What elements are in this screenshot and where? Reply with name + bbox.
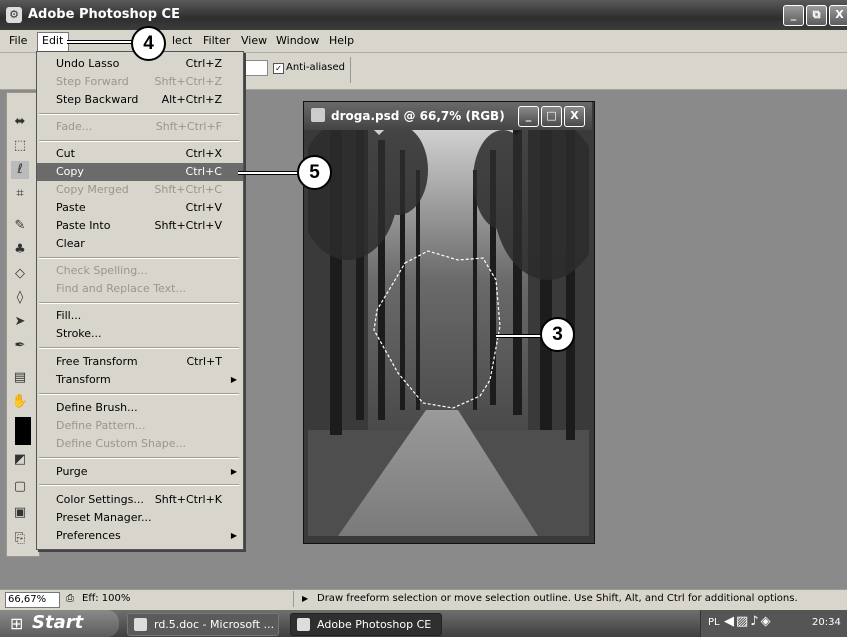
move-tool-icon[interactable]: ⬌ <box>11 113 29 131</box>
default-colors-icon[interactable]: ◩ <box>11 451 29 469</box>
window-title: Adobe Photoshop CE <box>28 7 180 22</box>
menu-edit[interactable]: Edit <box>42 34 63 47</box>
zoom-field[interactable]: 66,67% <box>5 592 60 608</box>
brush-tool-icon[interactable]: ✎ <box>11 217 29 235</box>
doc-info: Eff: 100% <box>82 593 131 604</box>
menu-item-fade: Fade... Shft+Ctrl+F <box>56 120 222 133</box>
document-title: droga.psd @ 66,7% (RGB) <box>331 109 505 123</box>
screen-mode-icon[interactable]: ▣ <box>11 504 29 522</box>
callout-3: 3 <box>540 317 575 352</box>
doc-info-icon[interactable]: ⎙ <box>66 593 74 604</box>
menu-item-step-forward: Step Forward Shft+Ctrl+Z <box>56 75 222 88</box>
notes-tool-icon[interactable]: ▤ <box>11 369 29 387</box>
menu-item-step-backward[interactable]: Step Backward Alt+Ctrl+Z <box>37 91 243 109</box>
menu-item-clear[interactable]: Clear <box>37 235 243 253</box>
doc-close-button[interactable]: X <box>564 106 585 127</box>
menu-item-fill[interactable]: Fill... <box>37 307 243 325</box>
lasso-tool-icon[interactable]: ℓ <box>11 161 29 179</box>
menu-item-copy-merged: Copy Merged Shft+Ctrl+C <box>56 183 222 196</box>
status-message: Draw freeform selection or move selectio… <box>317 593 798 604</box>
menu-item-define-custom-shape: Define Custom Shape... <box>56 437 186 450</box>
menu-item-paste-into[interactable]: Paste Into Shft+Ctrl+V <box>37 217 243 235</box>
menu-view[interactable]: View <box>241 34 267 47</box>
status-separator <box>293 591 294 607</box>
eraser-tool-icon[interactable]: ◇ <box>11 265 29 283</box>
menu-item-define-brush[interactable]: Define Brush... <box>37 399 243 417</box>
status-arrow-icon[interactable]: ▶ <box>302 594 308 603</box>
menu-select[interactable]: lect <box>172 34 192 47</box>
menu-item-transform[interactable]: Transform ▶ <box>37 371 243 389</box>
menu-item-purge[interactable]: Purge ▶ <box>37 463 243 481</box>
callout-5: 5 <box>297 155 332 190</box>
foreground-color-swatch[interactable] <box>15 417 31 445</box>
restore-button[interactable]: ⧉ <box>806 5 827 26</box>
document-icon <box>311 108 325 122</box>
menu-item-free-transform[interactable]: Free Transform Ctrl+T <box>37 353 243 371</box>
menu-item-stroke[interactable]: Stroke... <box>37 325 243 343</box>
jump-to-imageready-icon[interactable]: ⎘ <box>11 530 29 548</box>
marquee-tool-icon[interactable]: ⬚ <box>11 137 29 155</box>
submenu-arrow-icon: ▶ <box>230 531 237 540</box>
edit-menu-dropdown: Undo Lasso Ctrl+Z Step Forward Shft+Ctrl+Z… <box>36 51 244 550</box>
doc-maximize-button[interactable]: □ <box>541 106 562 127</box>
menu-item-find-replace: Find and Replace Text... <box>56 282 186 295</box>
stamp-tool-icon[interactable]: ♣ <box>11 241 29 259</box>
submenu-arrow-icon: ▶ <box>230 467 237 476</box>
menu-item-check-spelling: Check Spelling... <box>56 264 148 277</box>
taskbar-item-photoshop[interactable]: Adobe Photoshop CE <box>290 613 442 636</box>
word-doc-icon <box>134 618 147 631</box>
callout-3-leader <box>496 334 542 338</box>
menu-window[interactable]: Window <box>276 34 319 47</box>
menu-file[interactable]: File <box>9 34 27 47</box>
doc-minimize-button[interactable]: _ <box>518 106 539 127</box>
antialias-checkbox[interactable]: ✓ <box>273 63 284 74</box>
options-separator <box>350 57 351 83</box>
menu-item-cut[interactable]: Cut Ctrl+X <box>37 145 243 163</box>
crop-tool-icon[interactable]: ⌗ <box>11 185 29 203</box>
menu-filter[interactable]: Filter <box>203 34 230 47</box>
feather-input[interactable] <box>240 60 268 76</box>
photoshop-icon <box>297 618 310 631</box>
taskbar-item-word[interactable]: rd.5.doc - Microsoft ... <box>127 613 279 636</box>
menu-item-preferences[interactable]: Preferences ▶ <box>37 527 243 545</box>
tray-icons[interactable]: ◀▨♪◈ <box>724 614 773 629</box>
submenu-arrow-icon: ▶ <box>230 375 237 384</box>
menu-item-paste[interactable]: Paste Ctrl+V <box>37 199 243 217</box>
language-indicator[interactable]: PL <box>708 617 720 628</box>
photoshop-app-icon[interactable]: ⚙ <box>6 7 22 23</box>
start-label: Start <box>32 612 84 633</box>
callout-4: 4 <box>131 26 166 61</box>
callout-4-leader <box>67 40 133 44</box>
quick-mask-icon[interactable]: ▢ <box>11 478 29 496</box>
minimize-button[interactable]: _ <box>783 5 804 26</box>
antialias-label: Anti-aliased <box>286 62 346 73</box>
menu-item-color-settings[interactable]: Color Settings... Shft+Ctrl+K <box>37 491 243 509</box>
blur-tool-icon[interactable]: ◊ <box>11 289 29 307</box>
menu-help[interactable]: Help <box>329 34 354 47</box>
clock: 20:34 <box>812 617 841 628</box>
path-select-tool-icon[interactable]: ➤ <box>11 313 29 331</box>
windows-logo-icon: ⊞ <box>10 614 24 633</box>
menu-item-preset-manager[interactable]: Preset Manager... <box>37 509 243 527</box>
pen-tool-icon[interactable]: ✒ <box>11 337 29 355</box>
menu-item-define-pattern: Define Pattern... <box>56 419 146 432</box>
callout-5-leader <box>238 171 298 175</box>
menu-item-copy[interactable]: Copy Ctrl+C <box>37 163 243 181</box>
hand-tool-icon[interactable]: ✋ <box>11 393 29 411</box>
close-button[interactable]: X <box>829 5 847 26</box>
